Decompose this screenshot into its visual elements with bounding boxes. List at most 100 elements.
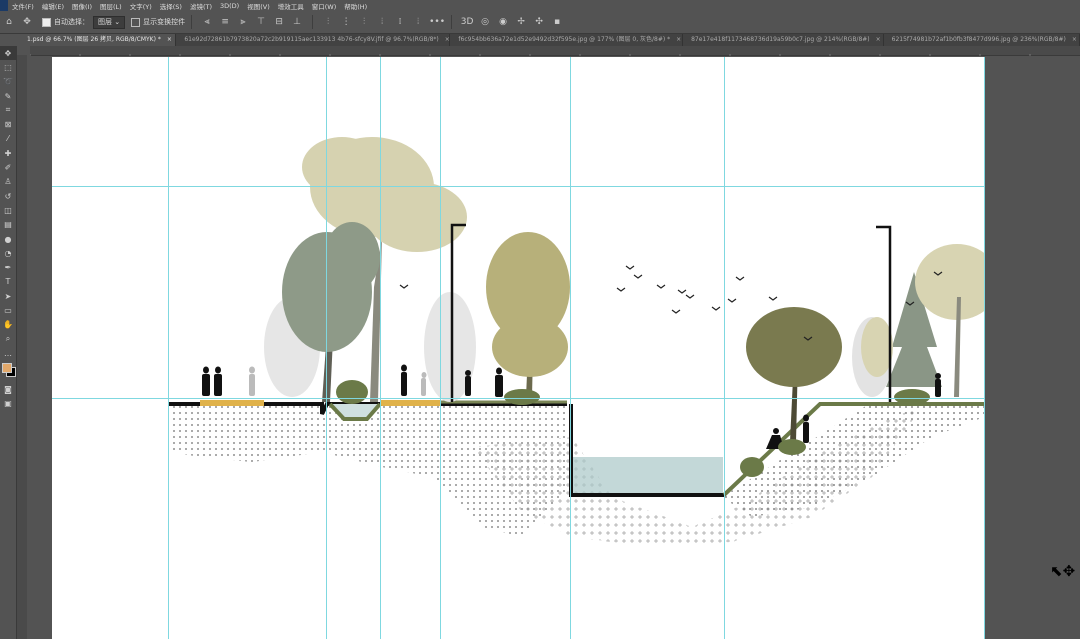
blur-tool-icon[interactable]: ● xyxy=(0,232,16,246)
yellow-paving-1 xyxy=(200,400,264,406)
guide-line[interactable] xyxy=(440,57,441,639)
quick-mask-icon[interactable]: ◙ xyxy=(0,383,16,397)
document-tab[interactable]: 6215f74981b72af1b0fb3f8477d996.jpg @ 236… xyxy=(884,34,1080,46)
menu-bar: 文件(F) 编辑(E) 图像(I) 图层(L) 文字(Y) 选择(S) 滤镜(T… xyxy=(0,0,1080,11)
faded-tree xyxy=(861,317,893,377)
healing-brush-tool-icon[interactable]: ✚ xyxy=(0,146,16,160)
distribute-center-icon[interactable]: ⁞ xyxy=(393,17,407,27)
orbit-3d-icon[interactable]: ◎ xyxy=(478,17,492,27)
guide-line[interactable] xyxy=(326,57,327,639)
drag-3d-icon[interactable]: ✢ xyxy=(514,17,528,27)
align-bottom-icon[interactable]: ⊥ xyxy=(290,17,304,27)
brush-tool-icon[interactable]: ✐ xyxy=(0,160,16,174)
pen-tool-icon[interactable]: ✒ xyxy=(0,260,16,274)
auto-select-checkbox[interactable] xyxy=(42,17,51,27)
guide-line[interactable] xyxy=(380,57,381,639)
guide-line[interactable] xyxy=(984,57,985,639)
menu-edit[interactable]: 编辑(E) xyxy=(42,1,64,11)
tab-label: 61e92d72861b7973820a72c2b919115aec133913… xyxy=(184,36,439,43)
separator xyxy=(451,15,453,29)
horizontal-ruler[interactable] xyxy=(29,46,1080,61)
show-transform-label: 显示变换控件 xyxy=(143,18,186,26)
more-options-icon[interactable]: ••• xyxy=(429,17,445,27)
menu-help[interactable]: 帮助(H) xyxy=(344,1,367,11)
beige-canopy xyxy=(915,244,985,320)
crop-tool-icon[interactable]: ⌗ xyxy=(0,103,16,117)
document-tab[interactable]: 61e92d72861b7973820a72c2b919115aec133913… xyxy=(176,34,451,46)
menu-3d[interactable]: 3D(D) xyxy=(220,2,239,10)
close-icon[interactable]: × xyxy=(676,36,681,43)
distribute-top-icon[interactable]: ⫶ xyxy=(321,17,335,27)
foreground-color-swatch[interactable] xyxy=(2,362,12,373)
color-swatches[interactable] xyxy=(0,361,16,383)
align-right-icon[interactable]: ⫸ xyxy=(236,17,250,27)
document-tab[interactable]: 87e17e418f1173468736d19a59b0c7.jpg @ 214… xyxy=(683,34,884,46)
eraser-tool-icon[interactable]: ◫ xyxy=(0,203,16,217)
eyedropper-tool-icon[interactable]: ⁄ xyxy=(0,132,16,146)
show-transform-checkbox[interactable] xyxy=(131,17,141,27)
menu-plugins[interactable]: 增效工具 xyxy=(278,1,304,11)
guide-line[interactable] xyxy=(724,57,725,639)
document-canvas[interactable] xyxy=(52,57,985,639)
distribute-right-icon[interactable]: ⦙ xyxy=(411,17,425,27)
document-tab[interactable]: 1.psd @ 66.7% (图层 26 拷贝, RGB/8/CMYK) * × xyxy=(19,34,177,46)
align-left-icon[interactable]: ⫷ xyxy=(200,17,214,27)
options-bar: ⌂ ✥ 自动选择： 图层 ⌄ 显示变换控件 ⫷ ≡ ⫸ ⊤ ⊟ ⊥ ⫶ ⋮ ⫶ … xyxy=(0,11,1080,34)
tab-label: 1.psd @ 66.7% (图层 26 拷贝, RGB/8/CMYK) * xyxy=(27,36,161,43)
scale-3d-icon[interactable]: ▪ xyxy=(550,17,564,27)
document-tab[interactable]: f6c954bb636a72e1d52e9492d32f595e.jpg @ 1… xyxy=(450,34,684,46)
zoom-tool-icon[interactable]: ⌕ xyxy=(0,332,16,346)
grey-green-canopy xyxy=(324,222,380,292)
move-tool-icon[interactable]: ✥ xyxy=(0,46,16,61)
frame-tool-icon[interactable]: ⊠ xyxy=(0,117,16,131)
guide-line[interactable] xyxy=(168,57,169,639)
hand-tool-icon[interactable]: ✋ xyxy=(0,318,16,332)
landscape-section-drawing xyxy=(168,137,985,547)
path-select-tool-icon[interactable]: ➤ xyxy=(0,289,16,303)
menu-file[interactable]: 文件(F) xyxy=(12,1,34,11)
clone-stamp-tool-icon[interactable]: ♙ xyxy=(0,175,16,189)
menu-view[interactable]: 视图(V) xyxy=(247,1,270,11)
close-icon[interactable]: × xyxy=(1072,36,1077,43)
marquee-tool-icon[interactable]: ⬚ xyxy=(0,60,16,74)
distribute-bottom-icon[interactable]: ⫶ xyxy=(357,17,371,27)
lasso-tool-icon[interactable]: ➰ xyxy=(0,75,16,89)
menu-layer[interactable]: 图层(L) xyxy=(100,1,122,11)
gradient-tool-icon[interactable]: ▤ xyxy=(0,218,16,232)
type-tool-icon[interactable]: T xyxy=(0,275,16,289)
tab-label: f6c954bb636a72e1d52e9492d32f595e.jpg @ 1… xyxy=(458,36,671,43)
align-top-icon[interactable]: ⊤ xyxy=(254,17,268,27)
rectangle-tool-icon[interactable]: ▭ xyxy=(0,303,16,317)
menu-filter[interactable]: 滤镜(T) xyxy=(190,1,212,11)
dodge-tool-icon[interactable]: ◔ xyxy=(0,246,16,260)
move-cursor-icon: ⬉✥ xyxy=(1050,562,1076,580)
close-icon[interactable]: × xyxy=(445,36,450,43)
menu-select[interactable]: 选择(S) xyxy=(160,1,182,11)
slide-3d-icon[interactable]: ✣ xyxy=(532,17,546,27)
menu-image[interactable]: 图像(I) xyxy=(72,1,92,11)
history-brush-tool-icon[interactable]: ↺ xyxy=(0,189,16,203)
guide-line[interactable] xyxy=(52,398,985,399)
align-center-icon[interactable]: ≡ xyxy=(218,17,232,27)
vertical-ruler[interactable] xyxy=(17,55,27,639)
menu-window[interactable]: 窗口(W) xyxy=(312,1,337,11)
edit-toolbar-icon[interactable]: … xyxy=(0,346,16,360)
tab-label: 6215f74981b72af1b0fb3f8477d996.jpg @ 236… xyxy=(891,36,1066,43)
distribute-left-icon[interactable]: ⦙ xyxy=(375,17,389,27)
auto-select-label: 自动选择： xyxy=(54,18,89,26)
screen-mode-icon[interactable]: ▣ xyxy=(0,397,16,411)
align-middle-icon[interactable]: ⊟ xyxy=(272,17,286,27)
roll-3d-icon[interactable]: ◉ xyxy=(496,17,510,27)
distribute-middle-icon[interactable]: ⋮ xyxy=(339,17,353,27)
move-tool-icon[interactable]: ✥ xyxy=(20,17,34,27)
home-icon[interactable]: ⌂ xyxy=(2,17,16,27)
guide-line[interactable] xyxy=(570,57,571,639)
auto-select-dropdown[interactable]: 图层 ⌄ xyxy=(93,15,126,29)
menu-type[interactable]: 文字(Y) xyxy=(130,1,152,11)
yellow-paving-2 xyxy=(380,400,440,406)
close-icon[interactable]: × xyxy=(876,36,881,43)
quick-select-tool-icon[interactable]: ✎ xyxy=(0,89,16,103)
guide-line[interactable] xyxy=(52,186,985,187)
close-icon[interactable]: × xyxy=(167,36,172,43)
3d-mode-label-icon: 3D xyxy=(460,17,474,27)
